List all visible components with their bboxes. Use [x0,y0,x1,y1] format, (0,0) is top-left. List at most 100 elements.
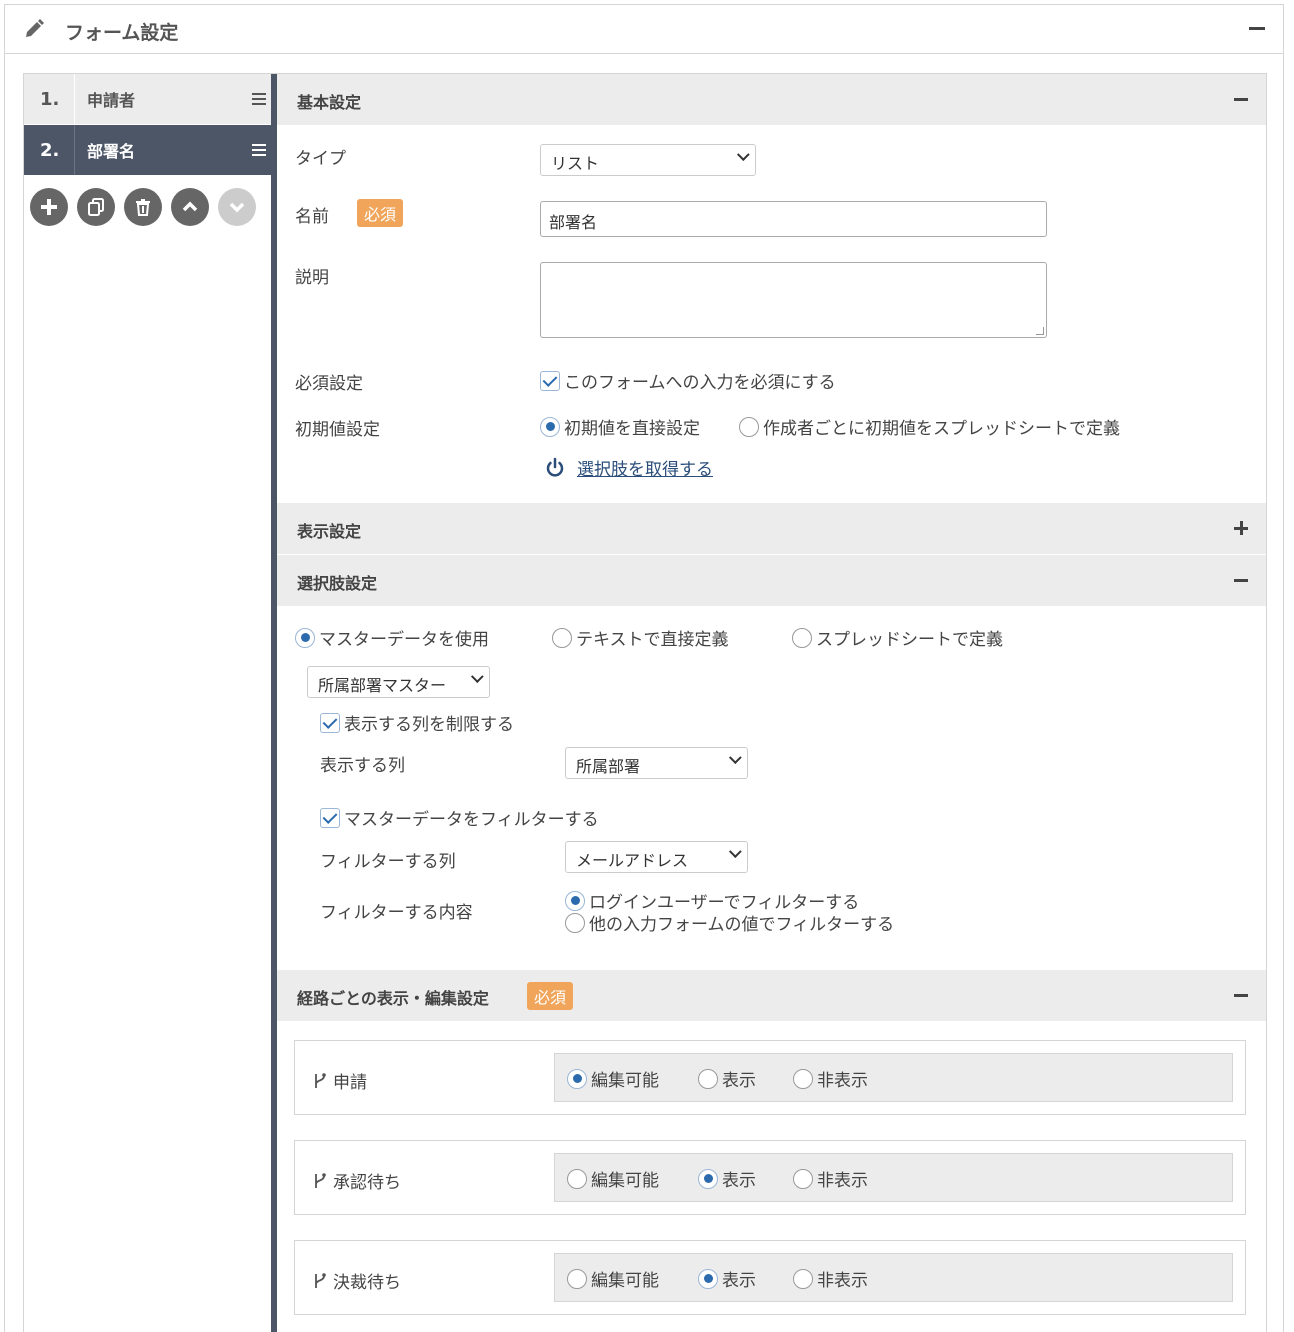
add-item-button[interactable] [30,188,68,226]
trash-icon [136,199,150,216]
power-icon [546,457,564,477]
section-title: 基本設定 [297,93,362,112]
checkbox-checked-icon [540,370,560,391]
resize-grip-icon[interactable] [1036,327,1044,335]
required-badge: 必須 [357,199,404,227]
type-select[interactable]: リスト [540,144,756,176]
route-hidden-radio[interactable]: 非表示 [793,1266,868,1291]
name-label: 名前 [295,207,329,227]
radio-selected-icon [565,890,585,911]
radio-unselected-icon [698,1068,718,1089]
radio-selected-icon [698,1168,718,1189]
list-item-number: 1. [40,88,60,110]
list-item-number: 2. [40,139,60,161]
initial-value-label: 初期値設定 [295,420,380,440]
checkbox-checked-icon [320,807,340,828]
route-row-apply: 申請 編集可能 表示 非表示 [294,1040,1246,1115]
route-view-radio[interactable]: 表示 [698,1266,756,1291]
branch-icon [315,1272,326,1288]
radio-label: 編集可能 [591,1271,659,1291]
route-editable-radio[interactable]: 編集可能 [567,1266,659,1291]
list-item-1[interactable]: 1. 申請者 [24,74,272,124]
form-settings-panel: フォーム設定 1. 申請者 2. 部署名 基本設定 タイプ リスト 名前 必須 … [4,4,1284,1332]
limit-columns-checkbox[interactable]: 表示する列を制限する [320,710,514,735]
master-select[interactable]: 所属部署マスター [307,666,490,698]
radio-label: 作成者ごとに初期値をスプレッドシートで定義 [763,419,1120,439]
route-view-radio[interactable]: 表示 [698,1166,756,1191]
collapse-icon[interactable] [1234,579,1248,582]
filter-content-label: フィルターする内容 [320,903,473,923]
display-column-select[interactable]: 所属部署 [565,747,748,779]
route-options-panel: 編集可能 表示 非表示 [554,1053,1233,1102]
initial-direct-radio[interactable]: 初期値を直接設定 [540,414,700,439]
radio-label: 表示 [722,1171,756,1191]
chevron-down-icon [736,148,750,162]
radio-label: 表示 [722,1071,756,1091]
type-label: タイプ [295,149,346,169]
route-options-panel: 編集可能 表示 非表示 [554,1253,1233,1302]
master-select-value: 所属部署マスター [318,676,447,695]
fetch-options-link[interactable]: 選択肢を取得する [544,455,713,480]
copy-item-button[interactable] [77,188,115,226]
master-data-radio[interactable]: マスターデータを使用 [295,625,489,650]
collapse-icon[interactable] [1234,98,1248,101]
drag-handle-icon[interactable] [252,144,266,156]
radio-label: 編集可能 [591,1071,659,1091]
spreadsheet-define-radio[interactable]: スプレッドシートで定義 [792,625,1003,650]
description-textarea[interactable] [540,262,1047,338]
name-input[interactable]: 部署名 [540,201,1047,237]
expand-icon-vertical [1239,521,1243,535]
type-select-value: リスト [551,154,600,173]
radio-unselected-icon [793,1068,813,1089]
list-item-2[interactable]: 2. 部署名 [24,125,272,175]
drag-handle-icon[interactable] [252,93,266,105]
route-editable-radio[interactable]: 編集可能 [567,1166,659,1191]
collapse-icon[interactable] [1249,27,1265,30]
delete-item-button[interactable] [124,188,162,226]
radio-unselected-icon [793,1268,813,1289]
chevron-down-icon [728,845,742,859]
route-editable-radio[interactable]: 編集可能 [567,1066,659,1091]
pencil-icon [26,19,44,37]
required-checkbox[interactable]: このフォームへの入力を必須にする [540,368,836,393]
initial-spreadsheet-radio[interactable]: 作成者ごとに初期値をスプレッドシートで定義 [739,414,1120,439]
radio-label: 初期値を直接設定 [564,419,700,439]
route-hidden-radio[interactable]: 非表示 [793,1166,868,1191]
collapse-icon[interactable] [1234,994,1248,997]
list-item-label: 部署名 [87,142,136,161]
radio-selected-icon [567,1068,587,1089]
radio-label: 非表示 [817,1271,868,1291]
radio-label: 非表示 [817,1071,868,1091]
section-title: 選択肢設定 [297,574,378,593]
section-title: 表示設定 [297,522,362,541]
branch-icon [315,1072,326,1088]
item-settings: 基本設定 タイプ リスト 名前 必須 部署名 説明 必須設定 このフォームへの入… [277,74,1266,1332]
radio-unselected-icon [552,627,572,648]
checkbox-label: 表示する列を制限する [344,715,514,735]
text-define-radio[interactable]: テキストで直接定義 [552,625,729,650]
radio-selected-icon [540,416,560,437]
add-icon [41,199,57,215]
filter-other-form-radio[interactable]: 他の入力フォームの値でフィルターする [565,910,894,935]
move-up-button[interactable] [171,188,209,226]
section-display-header[interactable]: 表示設定 [277,503,1266,554]
required-checkbox-label: このフォームへの入力を必須にする [564,373,836,393]
radio-label: 表示 [722,1271,756,1291]
section-basic-header[interactable]: 基本設定 [277,74,1266,125]
divider [74,125,75,175]
filter-master-checkbox[interactable]: マスターデータをフィルターする [320,805,599,830]
filter-column-select[interactable]: メールアドレス [565,841,748,873]
route-view-radio[interactable]: 表示 [698,1066,756,1091]
move-down-button[interactable] [218,188,256,226]
divider [74,74,75,124]
route-row-awaiting-decision: 決裁待ち 編集可能 表示 非表示 [294,1240,1246,1315]
panel-header: フォーム設定 [5,5,1283,54]
route-hidden-radio[interactable]: 非表示 [793,1066,868,1091]
section-choices-header[interactable]: 選択肢設定 [277,555,1266,606]
radio-label: 他の入力フォームの値でフィルターする [589,915,895,935]
section-routes-header[interactable]: 経路ごとの表示・編集設定 必須 [277,970,1266,1021]
required-badge: 必須 [527,982,574,1010]
route-label-text: 申請 [333,1073,367,1093]
route-options-panel: 編集可能 表示 非表示 [554,1153,1233,1202]
checkbox-label: マスターデータをフィルターする [344,810,599,830]
